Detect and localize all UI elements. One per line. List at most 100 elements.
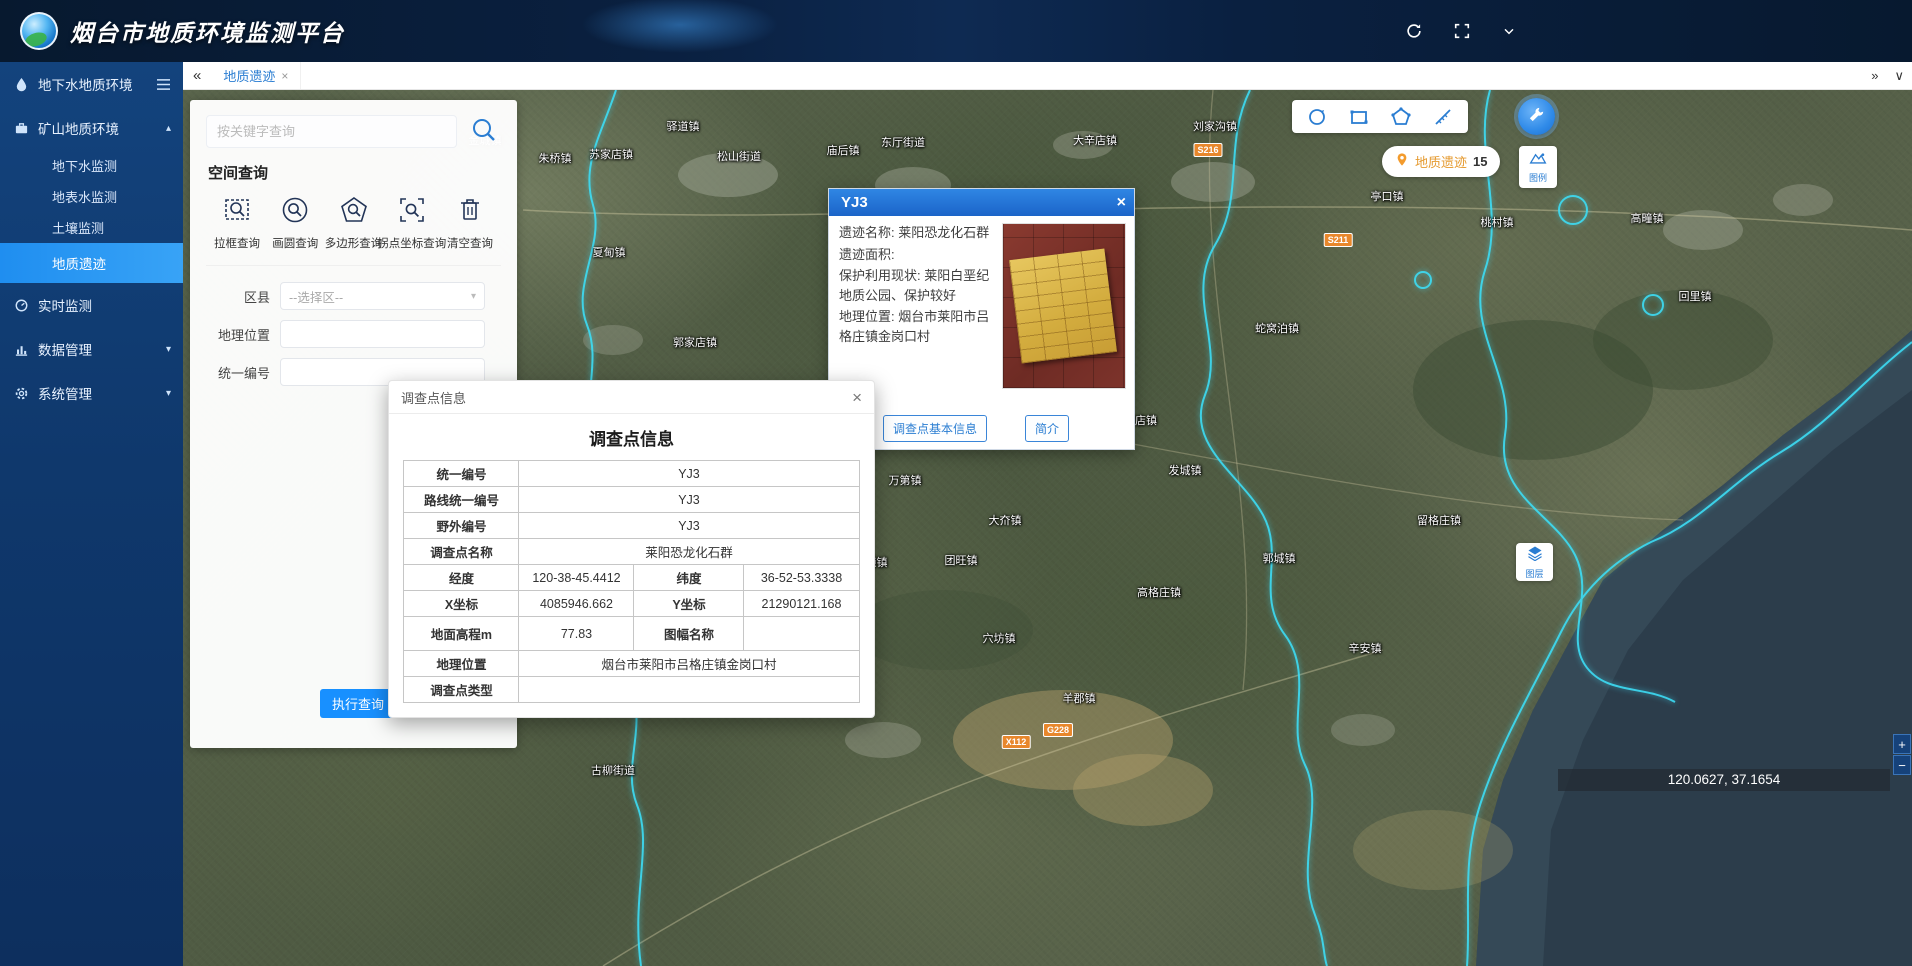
- fullscreen-icon[interactable]: [1453, 22, 1471, 40]
- tab-close-icon[interactable]: ×: [281, 69, 288, 83]
- tool-label: 多边形查询: [325, 235, 383, 251]
- map-town-label: 穴坊镇: [983, 630, 1016, 646]
- zoom-in-button[interactable]: +: [1893, 734, 1911, 754]
- sidebar-item-label: 实时监测: [38, 295, 171, 315]
- location-label: 地理位置: [206, 325, 270, 344]
- relic-photo-thumbnail[interactable]: [1002, 223, 1126, 389]
- relic-location-field: 地理位置: 烟台市莱阳市吕格庄镇金岗口村: [839, 307, 1001, 346]
- relic-protection-field: 保护利用现状: 莱阳白垩纪地质公园、保护较好: [839, 266, 1001, 305]
- popup-close-icon[interactable]: ×: [1117, 195, 1126, 211]
- tabs-collapse-left-icon[interactable]: «: [183, 67, 211, 84]
- app-window: 烟台市地质环境监测平台 地下水地质环境: [0, 0, 1912, 966]
- modal-header[interactable]: 调查点信息 ×: [389, 381, 874, 414]
- cell-value: 36-52-53.3338: [744, 565, 859, 591]
- location-input[interactable]: [280, 320, 485, 348]
- circle-query-icon: [280, 195, 310, 230]
- survey-info-table: 统一编号 YJ3 路线统一编号 YJ3 野外编号 YJ3 调查点名称: [403, 460, 859, 703]
- sidebar-item-label: 系统管理: [38, 383, 157, 403]
- tabs-more-icon[interactable]: ∨: [1894, 68, 1904, 84]
- gauge-icon: [14, 298, 29, 313]
- sidebar-item-label: 矿山地质环境: [38, 118, 157, 138]
- road-shield-badge: S216: [1193, 143, 1222, 157]
- map-town-label: 蛇窝泊镇: [1255, 320, 1299, 336]
- location-pin-icon: [1395, 152, 1409, 172]
- map-town-label: 万第镇: [889, 472, 922, 488]
- chevron-down-icon: ▾: [166, 344, 171, 355]
- cell-value: 77.83: [519, 617, 634, 651]
- zoom-control: + −: [1893, 734, 1911, 775]
- measure-icon[interactable]: [1432, 106, 1454, 128]
- tool-circle-query[interactable]: 画圆查询: [266, 195, 324, 251]
- table-row: 地理位置 烟台市莱阳市吕格庄镇金岗口村: [404, 651, 859, 677]
- sidebar-item-groundwater-env[interactable]: 地下水地质环境: [0, 62, 183, 106]
- wrench-icon: [1527, 105, 1546, 129]
- tool-polygon-query[interactable]: 多边形查询: [325, 195, 383, 251]
- map-town-label: 亭口镇: [1371, 188, 1404, 204]
- map-viewport[interactable]: 金城镇朱桥镇苏家店镇驿道镇松山街道庙后镇东厅街道大辛店镇刘家沟镇亭口镇桃村镇高疃…: [183, 90, 1912, 966]
- table-row: 经度 120-38-45.4412 纬度 36-52-53.3338: [404, 565, 859, 591]
- sidebar-item-mine-env[interactable]: 矿山地质环境 ▴: [0, 106, 183, 150]
- geo-relics-count-badge[interactable]: 地质遗迹 15: [1382, 146, 1500, 177]
- execute-query-button[interactable]: 执行查询: [320, 689, 396, 718]
- sidebar-item-system-management[interactable]: 系统管理 ▾: [0, 371, 183, 415]
- tool-label: 清空查询: [447, 235, 493, 251]
- sidebar-item-realtime-monitor[interactable]: 实时监测: [0, 283, 183, 327]
- sidebar-item-data-management[interactable]: 数据管理 ▾: [0, 327, 183, 371]
- tool-clear-query[interactable]: 清空查询: [441, 195, 499, 251]
- zoom-out-button[interactable]: −: [1893, 755, 1911, 775]
- table-row: 路线统一编号 YJ3: [404, 487, 859, 513]
- relic-name-field: 遗迹名称: 莱阳恐龙化石群: [839, 223, 1001, 243]
- spatial-query-title: 空间查询: [208, 162, 501, 183]
- map-town-label: 发城镇: [1169, 462, 1202, 478]
- circle-select-icon[interactable]: [1306, 106, 1328, 128]
- menu-collapse-icon[interactable]: [156, 78, 171, 91]
- refresh-icon[interactable]: [1405, 22, 1423, 40]
- map-town-label: 郭家店镇: [673, 334, 717, 350]
- code-label: 统一编号: [206, 363, 270, 382]
- field-label: 遗迹面积:: [839, 247, 895, 262]
- sidebar-item-geo-relics[interactable]: 地质遗迹: [0, 243, 183, 283]
- mine-briefcase-icon: [14, 121, 29, 136]
- cell-value: [744, 617, 859, 651]
- layers-button[interactable]: 图层: [1516, 543, 1553, 581]
- modal-close-icon[interactable]: ×: [852, 389, 862, 406]
- sidebar-item-groundwater-monitor[interactable]: 地下水监测: [0, 150, 183, 181]
- district-row: 区县 --选择区-- ▾: [206, 282, 501, 310]
- tab-geo-relics[interactable]: 地质遗迹 ×: [211, 62, 301, 89]
- sidebar-item-soil-monitor[interactable]: 土壤监测: [0, 212, 183, 243]
- road-shield-badge: X112: [1002, 735, 1031, 749]
- tool-vertex-query[interactable]: 拐点坐标查询: [383, 195, 441, 251]
- district-select[interactable]: --选择区-- ▾: [280, 282, 485, 310]
- legend-button[interactable]: 图例: [1519, 146, 1557, 188]
- cell-label: 地理位置: [404, 651, 519, 677]
- keyword-search-input[interactable]: [206, 115, 457, 148]
- query-tools-row: 拉框查询 画圆查询 多边形查询: [206, 195, 501, 266]
- rectangle-select-icon[interactable]: [1348, 106, 1370, 128]
- table-row: 野外编号 YJ3: [404, 513, 859, 539]
- cell-label: 地面高程m: [404, 617, 519, 651]
- tab-bar: « 地质遗迹 × » ∨: [183, 62, 1912, 90]
- sidebar-item-surfacewater-monitor[interactable]: 地表水监测: [0, 181, 183, 212]
- popup-titlebar[interactable]: YJ3 ×: [829, 189, 1134, 216]
- cell-label: 纬度: [634, 565, 744, 591]
- tabs-scroll-right-icon[interactable]: »: [1871, 68, 1878, 83]
- relic-area-field: 遗迹面积:: [839, 245, 1001, 265]
- keyword-search-row: [206, 114, 501, 148]
- tool-rect-query[interactable]: 拉框查询: [208, 195, 266, 251]
- map-town-label: 庙后镇: [827, 142, 860, 158]
- search-button[interactable]: [467, 114, 501, 148]
- table-row: 调查点名称 莱阳恐龙化石群: [404, 539, 859, 565]
- user-menu-chevron-icon[interactable]: [1501, 23, 1517, 39]
- query-form: 区县 --选择区-- ▾ 地理位置 统一编号: [206, 282, 501, 386]
- cell-label: 图幅名称: [634, 617, 744, 651]
- water-drop-icon: [14, 77, 29, 92]
- intro-button[interactable]: 简介: [1025, 415, 1069, 442]
- survey-basic-info-button[interactable]: 调查点基本信息: [883, 415, 987, 442]
- chevron-down-icon: ▾: [166, 388, 171, 399]
- polygon-select-icon[interactable]: [1390, 106, 1412, 128]
- cell-value: 120-38-45.4412: [519, 565, 634, 591]
- active-tool-button[interactable]: [1518, 98, 1555, 135]
- map-town-label: 古柳街道: [591, 762, 635, 778]
- top-header: 烟台市地质环境监测平台: [0, 0, 1912, 62]
- field-value: 莱阳恐龙化石群: [898, 225, 989, 240]
